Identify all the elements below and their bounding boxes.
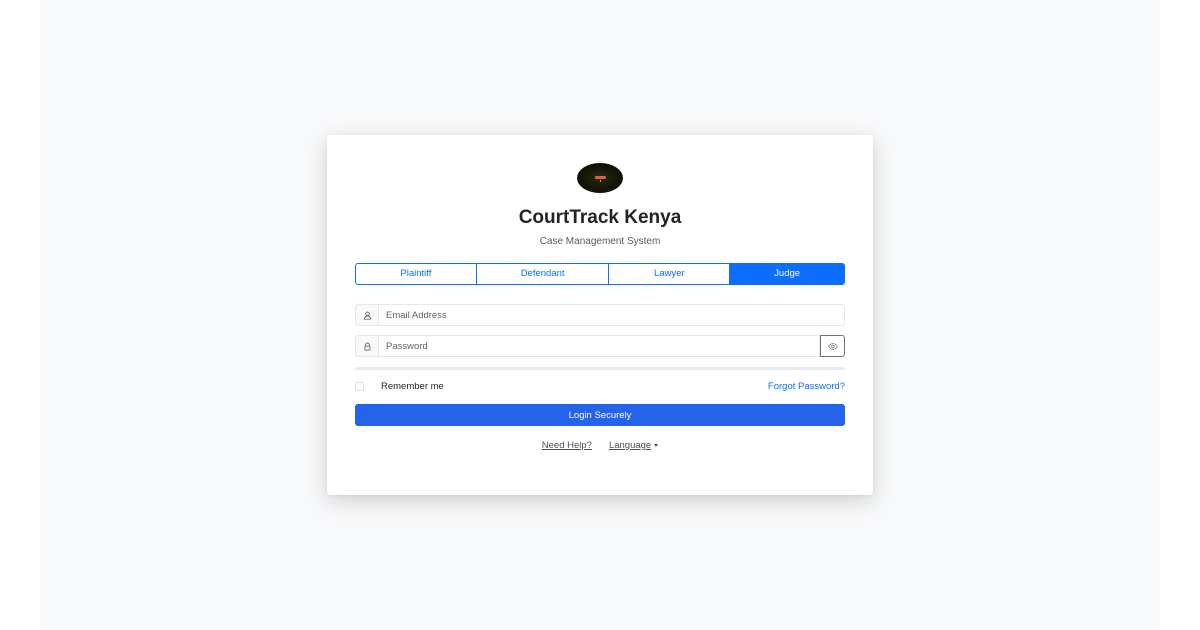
language-dropdown[interactable]: Language bbox=[608, 440, 659, 451]
language-label: Language bbox=[608, 440, 652, 451]
password-field-group bbox=[355, 335, 845, 357]
app-title: CourtTrack Kenya bbox=[518, 207, 682, 228]
remember-me-checkbox[interactable] bbox=[355, 381, 364, 391]
role-tab-judge[interactable]: Judge bbox=[729, 263, 845, 285]
footer-links: Need Help? Language bbox=[327, 440, 873, 451]
eye-icon bbox=[827, 337, 838, 355]
court-logo bbox=[577, 163, 623, 193]
forgot-password-link[interactable]: Forgot Password? bbox=[768, 381, 845, 392]
app-subtitle: Case Management System bbox=[539, 236, 661, 247]
lock-icon bbox=[355, 335, 379, 357]
password-visibility-toggle[interactable] bbox=[820, 335, 845, 357]
role-tab-plaintiff[interactable]: Plaintiff bbox=[355, 263, 477, 285]
role-selector: Plaintiff Defendant Lawyer Judge bbox=[355, 263, 845, 285]
need-help-link[interactable]: Need Help? bbox=[542, 440, 592, 451]
login-button[interactable]: Login Securely bbox=[355, 404, 845, 426]
need-help-label: Need Help? bbox=[541, 440, 592, 451]
role-tab-defendant[interactable]: Defendant bbox=[475, 263, 610, 285]
password-input[interactable] bbox=[379, 335, 820, 357]
email-field-group bbox=[355, 304, 845, 326]
password-strength-bar bbox=[355, 367, 845, 370]
user-icon bbox=[355, 304, 379, 326]
caret-down-icon bbox=[654, 444, 659, 447]
remember-me-label: Remember me bbox=[381, 380, 444, 392]
role-tab-lawyer[interactable]: Lawyer bbox=[608, 263, 731, 285]
remember-me-row: Remember me bbox=[355, 380, 444, 392]
email-input[interactable] bbox=[379, 304, 845, 326]
login-card: CourtTrack Kenya Case Management System … bbox=[327, 135, 873, 495]
